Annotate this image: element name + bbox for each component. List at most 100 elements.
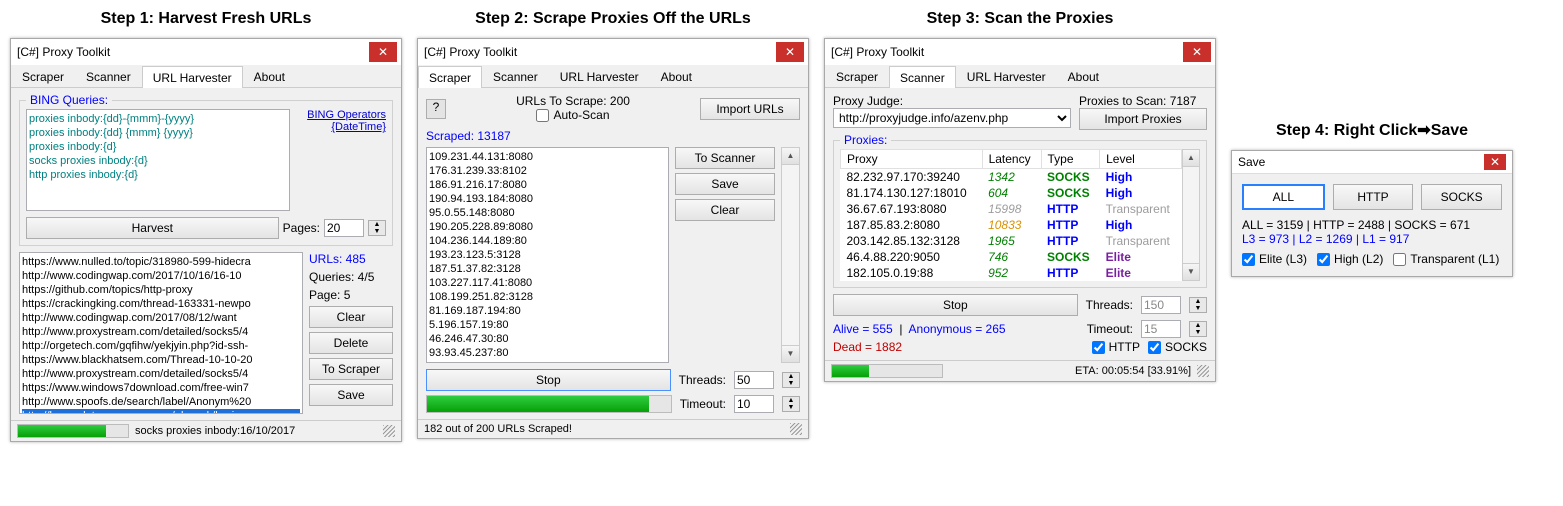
anon-count: Anonymous = 265 xyxy=(909,322,1006,336)
scrollbar[interactable]: ▲▼ xyxy=(1182,149,1200,281)
resize-grip[interactable] xyxy=(383,425,395,437)
timeout-input[interactable] xyxy=(734,395,774,413)
tab-url-harvester[interactable]: URL Harvester xyxy=(142,66,243,88)
tab-scanner[interactable]: Scanner xyxy=(482,65,549,87)
tab-scanner[interactable]: Scanner xyxy=(889,66,956,88)
threads-spinner[interactable]: ▲▼ xyxy=(1189,297,1207,313)
close-icon[interactable]: ✕ xyxy=(1484,154,1506,170)
tab-url-harvester[interactable]: URL Harvester xyxy=(956,65,1057,87)
status-text: socks proxies inbody:16/10/2017 xyxy=(135,425,295,437)
urls-listbox[interactable]: https://www.nulled.to/topic/318980-599-h… xyxy=(19,252,303,414)
list-item: http://www.codingwap.com/2017/10/16/16-1… xyxy=(22,269,300,283)
tab-scraper[interactable]: Scraper xyxy=(11,65,75,87)
save-button[interactable]: Save xyxy=(675,173,775,195)
trans-checkbox[interactable]: Transparent (L1) xyxy=(1393,252,1499,266)
list-item: http://www.spoofs.de/search/label/Anonym… xyxy=(22,395,300,409)
counts-text: ALL = 3159 | HTTP = 2488 | SOCKS = 671 xyxy=(1242,218,1502,232)
to-scan-label: Proxies to Scan: 7187 xyxy=(1079,94,1207,108)
bing-operators-link[interactable]: BING Operators xyxy=(296,109,386,121)
eta-text: ETA: 00:05:54 [33.91%] xyxy=(1075,365,1191,377)
step1-title: Step 1: Harvest Fresh URLs xyxy=(101,10,312,28)
proxies-table[interactable]: ProxyLatencyTypeLevel 82.232.97.170:3924… xyxy=(840,149,1182,281)
close-icon[interactable]: ✕ xyxy=(776,42,804,62)
socks-button[interactable]: SOCKS xyxy=(1421,184,1502,210)
datetime-link[interactable]: {DateTime} xyxy=(296,121,386,133)
tab-scraper[interactable]: Scraper xyxy=(418,66,482,88)
proxies-group-label: Proxies: xyxy=(840,133,891,147)
timeout-spinner[interactable]: ▲▼ xyxy=(1189,321,1207,337)
save-button[interactable]: Save xyxy=(309,384,393,406)
close-icon[interactable]: ✕ xyxy=(369,42,397,62)
http-checkbox[interactable]: HTTP xyxy=(1092,340,1140,354)
tab-about[interactable]: About xyxy=(1057,65,1110,87)
all-button[interactable]: ALL xyxy=(1242,184,1325,210)
urls-to-scrape-label: URLs To Scrape: 200 xyxy=(454,94,692,108)
timeout-input xyxy=(1141,320,1181,338)
list-item: http://www.codingwap.com/2017/08/12/want xyxy=(22,311,300,325)
stop-button[interactable]: Stop xyxy=(833,294,1078,316)
scraped-listbox[interactable]: 109.231.44.131:8080176.31.239.33:8102 18… xyxy=(426,147,669,363)
timeout-label: Timeout: xyxy=(1087,322,1133,336)
queries-progress-label: Queries: 4/5 xyxy=(309,270,393,284)
window-title: [C#] Proxy Toolkit xyxy=(829,45,924,59)
table-row: 81.174.130.127:18010604SOCKSHigh xyxy=(841,185,1182,201)
urls-count: URLs: 485 xyxy=(309,252,393,266)
tab-about[interactable]: About xyxy=(243,65,296,87)
http-button[interactable]: HTTP xyxy=(1333,184,1414,210)
pages-input[interactable] xyxy=(324,219,364,237)
levels-text: L3 = 973 | L2 = 1269 | L1 = 917 xyxy=(1242,232,1502,246)
stop-button[interactable]: Stop xyxy=(426,369,671,391)
harvest-button[interactable]: Harvest xyxy=(26,217,279,239)
list-item: https://www.blackhatsem.com/Thread-10-10… xyxy=(22,353,300,367)
table-row: 46.4.88.220:9050746SOCKSElite xyxy=(841,249,1182,265)
elite-checkbox[interactable]: Elite (L3) xyxy=(1242,252,1307,266)
clear-button[interactable]: Clear xyxy=(675,199,775,221)
list-item: http://www.proxystream.com/detailed/sock… xyxy=(22,367,300,381)
scrollbar[interactable]: ▲▼ xyxy=(781,147,800,363)
bing-queries-label: BING Queries: xyxy=(26,93,112,107)
list-item: http://bonosdetragaperras.com/ahwvak/kzz… xyxy=(22,409,300,414)
list-item: https://crackingking.com/thread-163331-n… xyxy=(22,297,300,311)
alive-count: Alive = 555 xyxy=(833,322,893,336)
clear-button[interactable]: Clear xyxy=(309,306,393,328)
save-dialog-title: Save xyxy=(1238,155,1265,169)
judge-label: Proxy Judge: xyxy=(833,94,1071,108)
close-icon[interactable]: ✕ xyxy=(1183,42,1211,62)
status-text: 182 out of 200 URLs Scraped! xyxy=(424,423,572,435)
tab-scanner[interactable]: Scanner xyxy=(75,65,142,87)
to-scraper-button[interactable]: To Scraper xyxy=(309,358,393,380)
list-item: http://orgetech.com/gqfihw/yekjyin.php?i… xyxy=(22,339,300,353)
dead-count: Dead = 1882 xyxy=(833,340,1084,354)
pages-spinner[interactable]: ▲▼ xyxy=(368,220,386,236)
to-scanner-button[interactable]: To Scanner xyxy=(675,147,775,169)
queries-textbox[interactable]: proxies inbody:{dd}-{mmm}-{yyyy} proxies… xyxy=(26,109,290,211)
list-item: https://www.nulled.to/topic/318980-599-h… xyxy=(22,255,300,269)
auto-scan-checkbox[interactable]: Auto-Scan xyxy=(536,108,609,122)
threads-input[interactable] xyxy=(734,371,774,389)
tab-scraper[interactable]: Scraper xyxy=(825,65,889,87)
resize-grip[interactable] xyxy=(1197,365,1209,377)
pages-label: Pages: xyxy=(283,221,320,235)
window-title: [C#] Proxy Toolkit xyxy=(15,45,110,59)
threads-label: Threads: xyxy=(679,373,726,387)
timeout-spinner[interactable]: ▲▼ xyxy=(782,396,800,412)
judge-select[interactable]: http://proxyjudge.info/azenv.php xyxy=(833,108,1071,128)
table-row: 187.85.83.2:808010833HTTPHigh xyxy=(841,217,1182,233)
table-row: 82.232.97.170:392401342SOCKSHigh xyxy=(841,169,1182,186)
high-checkbox[interactable]: High (L2) xyxy=(1317,252,1383,266)
tab-about[interactable]: About xyxy=(650,65,703,87)
import-proxies-button[interactable]: Import Proxies xyxy=(1079,108,1207,130)
socks-checkbox[interactable]: SOCKS xyxy=(1148,340,1207,354)
timeout-label: Timeout: xyxy=(680,397,726,411)
help-icon[interactable]: ? xyxy=(426,99,446,119)
scraped-count: Scraped: 13187 xyxy=(426,129,800,143)
table-row: 182.105.0.19:88952HTTPElite xyxy=(841,265,1182,281)
list-item: https://github.com/topics/http-proxy xyxy=(22,283,300,297)
table-row: 36.67.67.193:808015998HTTPTransparent xyxy=(841,201,1182,217)
resize-grip[interactable] xyxy=(790,423,802,435)
tab-url-harvester[interactable]: URL Harvester xyxy=(549,65,650,87)
threads-label: Threads: xyxy=(1086,298,1133,312)
delete-button[interactable]: Delete xyxy=(309,332,393,354)
import-urls-button[interactable]: Import URLs xyxy=(700,98,800,120)
threads-spinner[interactable]: ▲▼ xyxy=(782,372,800,388)
